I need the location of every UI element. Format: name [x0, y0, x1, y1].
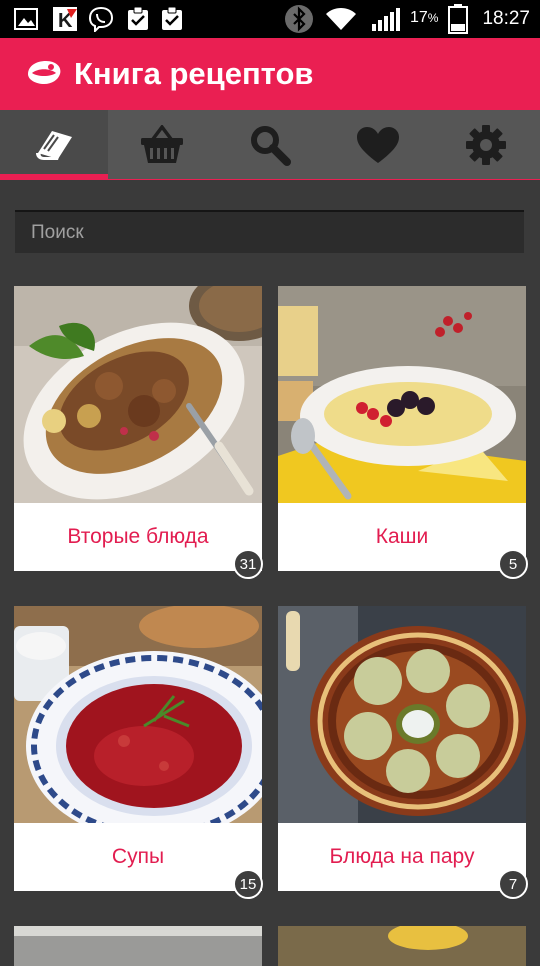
search-input[interactable]	[15, 212, 524, 253]
heart-icon	[357, 127, 399, 163]
app-logo-icon	[28, 61, 61, 84]
category-label: Каши	[375, 525, 429, 548]
recipe-count-badge: 31	[233, 549, 263, 579]
search-field[interactable]	[15, 210, 524, 253]
category-image-steamed-dishes	[278, 606, 526, 823]
tab-settings[interactable]	[432, 110, 540, 180]
wifi-icon	[326, 8, 356, 30]
task-icon	[162, 6, 182, 30]
tab-favorites[interactable]	[324, 110, 432, 180]
signal-icon	[372, 8, 400, 31]
recipe-count-badge: 7	[498, 869, 528, 899]
tab-basket[interactable]	[108, 110, 216, 180]
viber-icon	[88, 6, 114, 32]
search-icon	[251, 126, 291, 166]
recipe-count-badge: 5	[498, 549, 528, 579]
category-card-main-dishes[interactable]: Вторые блюда	[14, 286, 262, 571]
category-label: Супы	[111, 845, 165, 868]
status-time: 18:27	[482, 8, 530, 29]
battery-icon	[448, 4, 468, 34]
bluetooth-icon	[285, 5, 313, 33]
tab-search[interactable]	[216, 110, 324, 180]
recipe-count-badge: 15	[233, 869, 263, 899]
tab-recipe-book[interactable]	[0, 110, 108, 180]
category-image-porridge	[278, 286, 526, 503]
task-icon	[128, 6, 148, 30]
book-icon	[36, 131, 72, 160]
category-label: Блюда на пару	[329, 845, 475, 868]
gallery-icon	[14, 8, 38, 30]
tab-underline	[0, 179, 540, 180]
category-card-partial[interactable]	[278, 926, 526, 966]
category-label: Вторые блюда	[67, 525, 209, 548]
status-bar: K 17% 18:27	[0, 0, 540, 38]
gear-icon	[466, 125, 506, 165]
category-card-partial[interactable]	[14, 926, 262, 966]
category-card-porridge[interactable]: Каши	[278, 286, 526, 571]
kaspersky-icon: K	[53, 7, 77, 32]
category-image-main-dishes	[14, 286, 262, 503]
battery-percent: 17%	[410, 9, 439, 26]
category-image-soups	[14, 606, 262, 823]
basket-icon	[141, 125, 183, 163]
category-card-soups[interactable]: Супы	[14, 606, 262, 891]
app-bar: Книга рецептов	[0, 38, 540, 110]
page-title: Книга рецептов	[74, 56, 314, 91]
category-card-steamed-dishes[interactable]: Блюда на пару	[278, 606, 526, 891]
tab-bar	[0, 110, 540, 180]
